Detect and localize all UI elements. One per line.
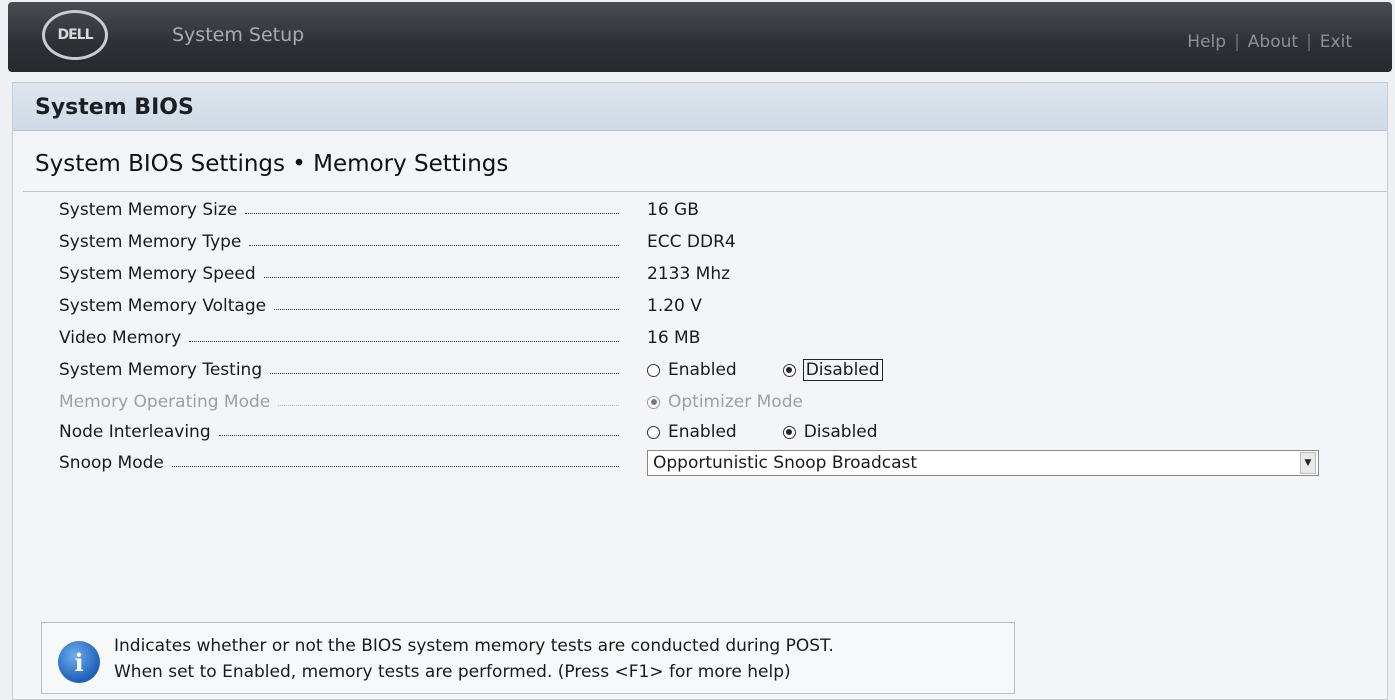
setting-row-node-interleaving: Node Interleaving Enabled Disabled bbox=[59, 417, 1359, 447]
dell-logo: DELL bbox=[42, 10, 108, 60]
setting-label: Video Memory bbox=[59, 328, 182, 348]
main-panel: System BIOS System BIOS Settings • Memor… bbox=[12, 82, 1388, 700]
title-divider bbox=[23, 191, 1387, 192]
chevron-down-icon[interactable]: ▼ bbox=[1300, 452, 1316, 474]
leader-dots bbox=[218, 434, 619, 436]
page-title: System BIOS Settings • Memory Settings bbox=[35, 151, 509, 177]
setting-row-memory-testing: System Memory Testing Enabled Disabled bbox=[59, 355, 1359, 385]
radio-circle-icon bbox=[647, 363, 660, 377]
leader-dots bbox=[189, 340, 619, 342]
setting-label: Memory Operating Mode bbox=[59, 392, 271, 412]
setting-label: System Memory Size bbox=[59, 200, 238, 220]
radio-disabled[interactable]: Disabled bbox=[782, 422, 878, 442]
setting-value: 2133 Mhz bbox=[647, 264, 731, 284]
leader-dots bbox=[278, 404, 619, 406]
setting-row-video-memory: Video Memory 16 MB bbox=[59, 323, 1359, 353]
help-panel: i Indicates whether or not the BIOS syst… bbox=[41, 622, 1015, 694]
radio-enabled[interactable]: Enabled bbox=[647, 360, 737, 380]
radio-disabled[interactable]: Disabled bbox=[782, 359, 883, 381]
setting-row-operating-mode: Memory Operating Mode Optimizer Mode bbox=[59, 387, 1359, 417]
exit-link[interactable]: Exit bbox=[1320, 32, 1352, 52]
help-link[interactable]: Help bbox=[1187, 32, 1226, 52]
setting-value: 16 GB bbox=[647, 200, 699, 220]
setting-label: Snoop Mode bbox=[59, 453, 164, 473]
leader-dots bbox=[245, 212, 619, 214]
setting-value: 1.20 V bbox=[647, 296, 702, 316]
help-text-line-2: When set to Enabled, memory tests are pe… bbox=[114, 662, 791, 682]
setting-label: Node Interleaving bbox=[59, 422, 211, 442]
nav-separator: | bbox=[1234, 32, 1240, 52]
radio-selected-icon bbox=[647, 395, 660, 409]
section-title: System BIOS bbox=[35, 95, 194, 120]
select-value: Opportunistic Snoop Broadcast bbox=[653, 453, 918, 473]
setting-row-snoop-mode: Snoop Mode Opportunistic Snoop Broadcast… bbox=[59, 448, 1359, 478]
top-nav: Help | About | Exit bbox=[1187, 32, 1352, 52]
nav-separator: | bbox=[1306, 32, 1312, 52]
radio-circle-icon bbox=[647, 425, 660, 439]
leader-dots bbox=[263, 276, 619, 278]
setting-row-memory-type: System Memory Type ECC DDR4 bbox=[59, 227, 1359, 257]
leader-dots bbox=[274, 308, 619, 310]
setting-label: System Memory Testing bbox=[59, 360, 263, 380]
help-text-line-1: Indicates whether or not the BIOS system… bbox=[114, 636, 834, 656]
app-title: System Setup bbox=[172, 24, 305, 46]
setting-value: 16 MB bbox=[647, 328, 701, 348]
top-bar: DELL System Setup Help | About | Exit bbox=[8, 2, 1392, 72]
setting-row-memory-voltage: System Memory Voltage 1.20 V bbox=[59, 291, 1359, 321]
leader-dots bbox=[270, 372, 619, 374]
setting-label: System Memory Type bbox=[59, 232, 242, 252]
setting-label: System Memory Voltage bbox=[59, 296, 267, 316]
setting-row-memory-size: System Memory Size 16 GB bbox=[59, 195, 1359, 225]
leader-dots bbox=[249, 244, 619, 246]
setting-label: System Memory Speed bbox=[59, 264, 256, 284]
setting-value: ECC DDR4 bbox=[647, 232, 736, 252]
radio-optimizer-mode: Optimizer Mode bbox=[647, 392, 803, 412]
radio-selected-icon bbox=[782, 363, 796, 377]
info-icon: i bbox=[58, 641, 100, 683]
about-link[interactable]: About bbox=[1248, 32, 1298, 52]
leader-dots bbox=[171, 465, 619, 467]
radio-enabled[interactable]: Enabled bbox=[647, 422, 737, 442]
snoop-mode-select[interactable]: Opportunistic Snoop Broadcast ▼ bbox=[647, 450, 1319, 476]
radio-selected-icon bbox=[782, 425, 796, 439]
setting-row-memory-speed: System Memory Speed 2133 Mhz bbox=[59, 259, 1359, 289]
section-header: System BIOS bbox=[13, 83, 1387, 131]
